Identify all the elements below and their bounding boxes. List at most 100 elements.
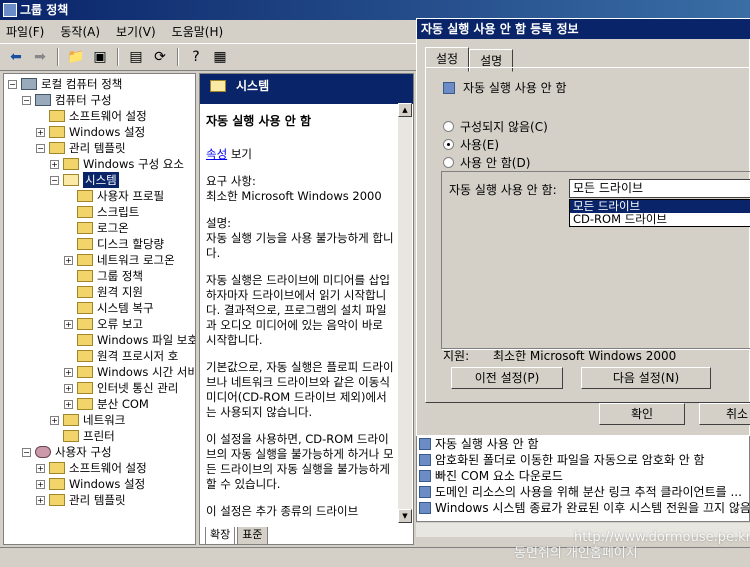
collapse-icon[interactable]: − [22, 447, 31, 457]
tree-item-label: 로그온 [97, 221, 129, 235]
list-item[interactable]: Windows 시스템 종료가 완료된 이후 시스템 전원을 끄지 않음 [419, 499, 749, 516]
up-folder-icon[interactable]: 📁 [66, 47, 86, 67]
folder-icon [77, 334, 93, 346]
previous-setting-button[interactable]: 이전 설정(P) [451, 367, 563, 389]
show-hide-tree-icon[interactable]: ▣ [90, 47, 110, 67]
watermark: http://www.dormouse.pe.kr/ 동면쥐의 개인홈페이지 [500, 530, 750, 562]
expand-icon[interactable]: + [64, 367, 73, 377]
collapse-icon[interactable]: − [50, 175, 59, 185]
folder-icon [77, 222, 93, 234]
expand-icon[interactable]: + [64, 383, 73, 393]
folder-icon [63, 414, 79, 426]
policy-tree[interactable]: − 로컬 컴퓨터 정책 − 컴퓨터 구성 소프트웨어 설정 + Windows 설정 − 관리 … [3, 73, 196, 545]
radio-not-configured[interactable]: 구성되지 않음(C) [443, 118, 548, 135]
collapse-icon[interactable]: − [8, 79, 17, 89]
vertical-scrollbar[interactable]: ▲ ▼ [398, 103, 412, 523]
properties-icon[interactable]: ▤ [126, 47, 146, 67]
expand-icon[interactable]: + [64, 319, 73, 329]
menu-file[interactable]: 파일(F) [6, 23, 44, 40]
ok-button[interactable]: 확인 [599, 403, 685, 425]
back-icon[interactable]: ⬅ [6, 47, 26, 67]
tree-item[interactable]: − 관리 템플릿 [36, 140, 126, 156]
toolbar-separator [117, 48, 119, 66]
expand-icon[interactable]: + [64, 255, 73, 265]
tree-item[interactable]: − 컴퓨터 구성 [22, 92, 112, 108]
properties-link[interactable]: 속성 [206, 147, 227, 161]
pane-title: 시스템 [236, 79, 270, 93]
expand-icon[interactable]: + [36, 479, 45, 489]
tree-item[interactable]: 디스크 할당량 [64, 236, 164, 252]
expand-icon[interactable]: + [36, 495, 45, 505]
tree-item[interactable]: + 네트워크 로그온 [64, 252, 175, 268]
dropdown-option[interactable]: CD-ROM 드라이브 [570, 213, 750, 226]
tree-item[interactable]: − 로컬 컴퓨터 정책 [8, 76, 122, 92]
scroll-down-icon[interactable]: ▼ [398, 509, 412, 523]
tree-item[interactable]: Windows 파일 보호 [64, 332, 195, 348]
tree-item[interactable]: + Windows 설정 [36, 124, 145, 140]
list-item[interactable]: 암호화된 폴더로 이동한 파일을 자동으로 암호화 안 함 [419, 451, 705, 468]
tab-extended[interactable]: 확장 [205, 527, 236, 545]
tree-item[interactable]: 원격 지원 [64, 284, 143, 300]
tree-item[interactable]: 사용자 프로필 [64, 188, 164, 204]
tree-item-label: 네트워크 [83, 413, 126, 427]
menu-view[interactable]: 보기(V) [116, 23, 156, 40]
tree-item[interactable]: 스크립트 [64, 204, 139, 220]
tree-item[interactable]: + 오류 보고 [64, 316, 143, 332]
tree-item[interactable]: + Windows 설정 [36, 476, 145, 492]
computer-policy-icon [21, 78, 37, 90]
menu-action[interactable]: 동작(A) [60, 23, 100, 40]
folder-icon [77, 270, 93, 282]
help-icon[interactable]: ? [186, 47, 206, 67]
cancel-button[interactable]: 취소 [699, 403, 750, 425]
list-item[interactable]: 자동 실행 사용 안 함 [419, 435, 539, 452]
list-item[interactable]: 빠진 COM 요소 다운로드 [419, 467, 563, 484]
drive-select[interactable]: 모든 드라이브 [569, 179, 750, 198]
expand-icon[interactable]: + [36, 463, 45, 473]
tree-item-label: Windows 시간 서비 [97, 365, 196, 379]
tree-item[interactable]: + 네트워크 [50, 412, 125, 428]
tree-item-label: Windows 구성 요소 [83, 157, 184, 171]
collapse-icon[interactable]: − [36, 143, 45, 153]
tree-item[interactable]: + 인터넷 통신 관리 [64, 380, 178, 396]
expand-icon[interactable]: + [64, 399, 73, 409]
expand-icon[interactable]: + [50, 415, 59, 425]
expand-icon[interactable]: + [36, 127, 45, 137]
tree-item[interactable]: 그룹 정책 [64, 268, 143, 284]
collapse-icon[interactable]: − [22, 95, 31, 105]
show-hide-pane-icon[interactable]: ▦ [210, 47, 230, 67]
list-item[interactable]: 도메인 리소스의 사용을 위해 분산 링크 추적 클라이언트를 ... [419, 483, 742, 500]
refresh-icon[interactable]: ⟳ [150, 47, 170, 67]
tree-item[interactable]: 소프트웨어 설정 [36, 108, 147, 124]
tree-item[interactable]: + 분산 COM [64, 396, 149, 412]
expand-icon[interactable]: + [50, 159, 59, 169]
description-para-4: 이 설정을 사용하면, CD-ROM 드라이브의 자동 실행을 불가능하게 하거… [206, 432, 394, 491]
menu-help[interactable]: 도움말(H) [172, 23, 224, 40]
tree-item[interactable]: + 관리 템플릿 [36, 492, 126, 508]
forward-icon[interactable]: ➡ [30, 47, 50, 67]
tree-item[interactable]: + Windows 구성 요소 [50, 156, 184, 172]
tree-item-label: Windows 설정 [69, 125, 146, 139]
tree-item[interactable]: 로그온 [64, 220, 129, 236]
folder-icon [49, 126, 65, 138]
tree-item[interactable]: − 시스템 [50, 172, 119, 188]
tree-item[interactable]: − 사용자 구성 [22, 444, 112, 460]
watermark-title: 동면쥐의 개인홈페이지 [514, 546, 638, 561]
folder-icon [77, 398, 93, 410]
tree-item-label: 원격 지원 [97, 285, 143, 299]
tab-standard[interactable]: 표준 [237, 527, 268, 545]
tree-item-label: 인터넷 통신 관리 [97, 381, 179, 395]
toolbar-separator [57, 48, 59, 66]
tree-item[interactable]: + Windows 시간 서비 [64, 364, 196, 380]
tree-item[interactable]: 시스템 복구 [64, 300, 154, 316]
scroll-up-icon[interactable]: ▲ [398, 103, 412, 117]
radio-enabled[interactable]: 사용(E) [443, 136, 499, 153]
tree-item-label: 사용자 구성 [55, 445, 112, 459]
tree-item[interactable]: 원격 프로시저 호 [64, 348, 178, 364]
tree-item[interactable]: 프린터 [50, 428, 115, 444]
tree-item-label: 네트워크 로그온 [97, 253, 175, 267]
next-setting-button[interactable]: 다음 설정(N) [581, 367, 711, 389]
radio-circle-icon [443, 121, 454, 132]
tree-item[interactable]: + 소프트웨어 설정 [36, 460, 147, 476]
tree-item-label: 관리 템플릿 [69, 493, 126, 507]
radio-disabled[interactable]: 사용 안 함(D) [443, 154, 530, 171]
